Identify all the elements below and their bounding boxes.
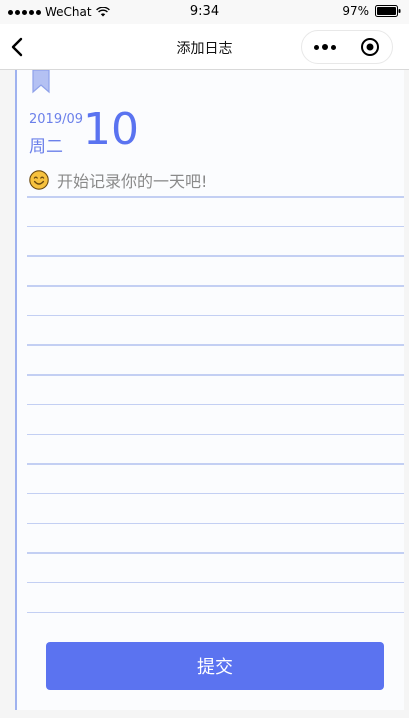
smile-icon [29,170,49,190]
date-day: 10 [83,104,139,155]
ruled-line [27,344,404,346]
ruled-line [27,285,404,287]
mini-program-capsule [301,30,393,64]
date-year-month: 2019/09 [29,112,84,127]
diary-input[interactable]: 开始记录你的一天吧! [29,168,207,192]
more-menu-button[interactable] [302,30,347,64]
ruled-line [27,374,404,376]
diary-placeholder: 开始记录你的一天吧! [57,172,208,191]
ruled-line [27,314,404,317]
ruled-line [27,255,404,257]
ruled-line [27,403,404,406]
target-icon [360,38,379,56]
bookmark-icon [32,70,50,94]
battery-icon [375,5,401,17]
nav-bar: 添加日志 [0,24,409,70]
status-bar: WeChat 9:34 97% [0,0,409,24]
ruled-line [27,196,404,198]
screen: WeChat 9:34 97% 添加日志 2019/09 周二 10 开始记录你… [0,0,409,718]
ruled-line [27,552,404,554]
ruled-lines [27,196,404,641]
ruled-line [27,522,404,525]
ruled-line [27,225,404,228]
ruled-line [27,611,404,614]
close-miniprogram-button[interactable] [347,30,392,64]
diary-paper: 2019/09 周二 10 开始记录你的一天吧! [15,70,404,710]
ruled-line [27,463,404,465]
ruled-line [27,433,404,435]
date-weekday: 周二 [29,137,63,157]
submit-button[interactable]: 提交 [46,642,384,690]
status-right: 97% [342,4,401,18]
ruled-line [27,492,404,495]
battery-percent: 97% [342,4,369,18]
ruled-line [27,581,404,584]
